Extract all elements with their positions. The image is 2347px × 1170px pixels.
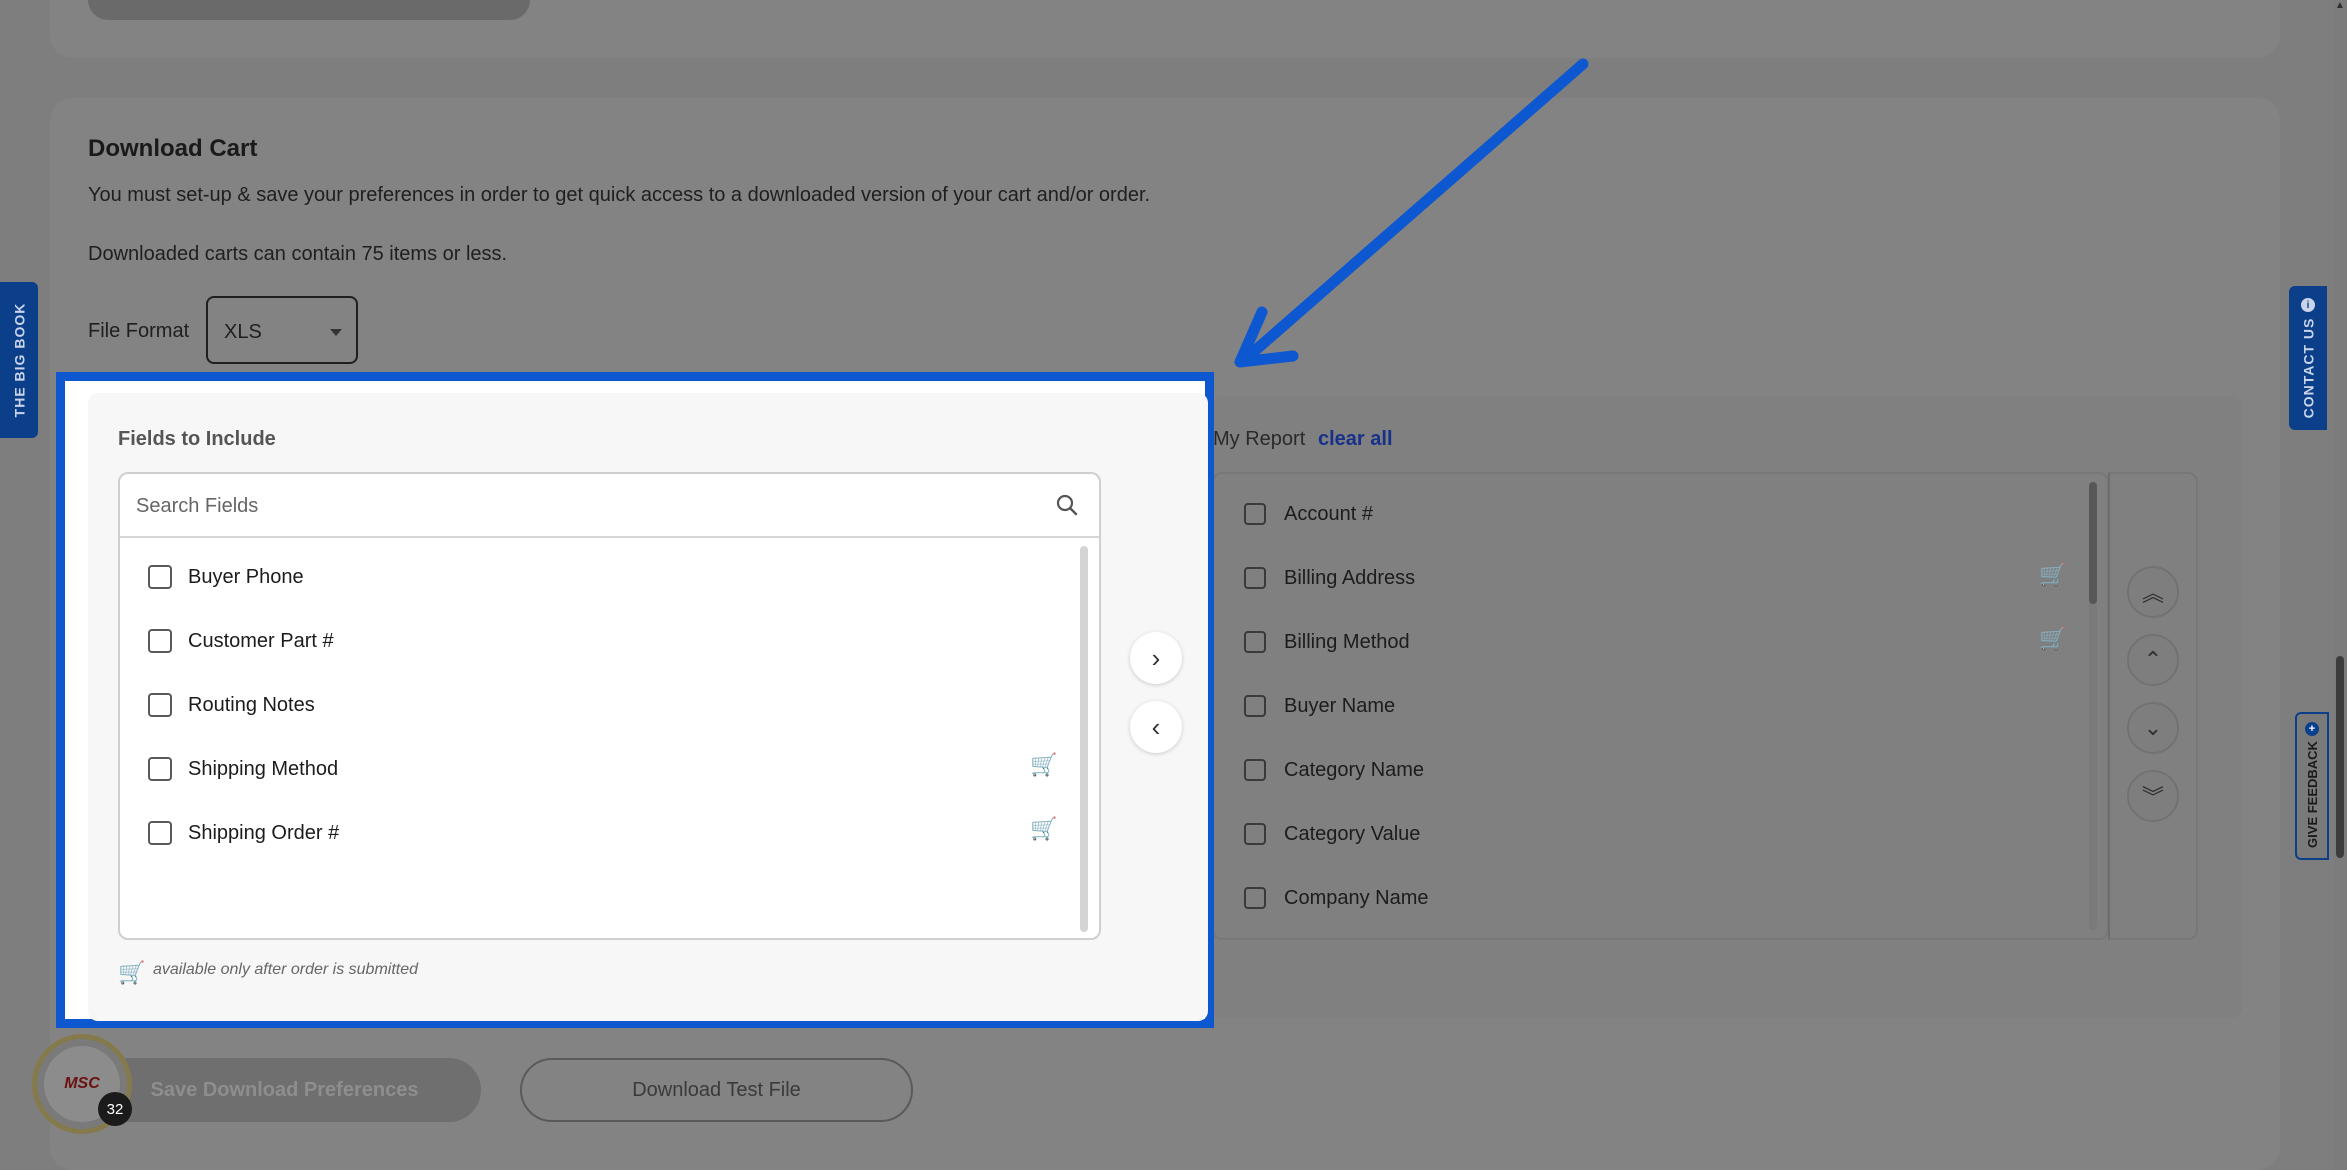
cart-icon: 🛒 [1030,816,1058,841]
download-test-file-button[interactable]: Download Test File [520,1058,913,1122]
file-format-select[interactable]: XLS [206,296,358,364]
limit-note: Downloaded carts can contain 75 items or… [88,243,508,265]
report-item[interactable]: Billing Address [1244,564,1415,592]
field-item-label: Routing Notes [188,693,315,716]
info-icon: i [2301,298,2315,312]
plus-icon: + [2305,722,2319,736]
give-feedback-tab[interactable]: + GIVE FEEDBACK [2295,712,2329,860]
previous-section-button[interactable] [88,0,530,20]
file-format-value: XLS [224,321,262,343]
section-description: You must set-up & save your preferences … [88,184,1151,206]
caret-down-icon [330,329,342,336]
search-icon[interactable] [1055,493,1079,517]
cart-icon: 🛒 [118,960,146,985]
fields-scrollbar-thumb[interactable] [1080,546,1088,932]
report-item-label: Billing Address [1284,566,1416,589]
double-chevron-down-icon[interactable]: ︾ [2127,770,2179,822]
chevron-right-icon[interactable]: › [1130,632,1182,684]
checkbox[interactable] [148,565,172,589]
report-item-label: Buyer Name [1284,694,1396,717]
field-item-label: Shipping Order # [188,821,340,844]
clear-all-link[interactable]: clear all [1318,428,1393,451]
field-item-label: Shipping Method [188,757,339,780]
fields-to-include-title: Fields to Include [118,428,276,450]
checkbox[interactable] [148,693,172,717]
section-title: Download Cart [88,135,258,162]
big-book-label: THE BIG BOOK [11,302,28,418]
search-fields-input[interactable] [134,488,1018,524]
checkbox[interactable] [148,629,172,653]
report-item[interactable]: Company Name [1244,884,1429,912]
scroll-up-arrow-icon[interactable]: ▲ [2333,0,2347,16]
checkbox[interactable] [1244,631,1266,653]
page-scrollbar-thumb[interactable] [2336,656,2344,858]
my-report-title: My Report [1213,428,1306,450]
report-item-label: Billing Method [1284,630,1410,653]
report-item[interactable]: Buyer Name [1244,692,1395,720]
report-item-label: Category Value [1284,822,1421,845]
field-item[interactable]: Routing Notes [148,691,315,719]
report-item[interactable]: Category Name [1244,756,1424,784]
chevron-left-icon[interactable]: ‹ [1130,701,1182,753]
search-row [120,474,1099,538]
contact-us-label: CONTACT US [2300,317,2317,419]
file-format-label: File Format [88,320,190,342]
report-item[interactable]: Category Value [1244,820,1420,848]
cart-icon: 🛒 [2039,562,2067,587]
field-item-label: Buyer Phone [188,565,304,588]
notification-badge: 32 [98,1092,132,1126]
report-item[interactable]: Account # [1244,500,1373,528]
checkbox[interactable] [1244,887,1266,909]
report-item-label: Company Name [1284,886,1429,909]
report-item-label: Account # [1284,502,1373,525]
cart-icon: 🛒 [1030,752,1058,777]
checkbox[interactable] [1244,503,1266,525]
cart-icon: 🛒 [2039,626,2067,651]
checkbox[interactable] [148,821,172,845]
checkbox[interactable] [1244,823,1266,845]
contact-us-tab[interactable]: i CONTACT US [2289,286,2327,430]
report-item[interactable]: Billing Method [1244,628,1410,656]
big-book-tab[interactable]: THE BIG BOOK [0,282,38,438]
checkbox[interactable] [148,757,172,781]
page-scrollbar[interactable] [2333,0,2347,1170]
field-item[interactable]: Buyer Phone [148,563,304,591]
double-chevron-up-icon[interactable]: ︽ [2127,566,2179,618]
chevron-down-icon[interactable]: ⌄ [2127,702,2179,754]
field-item-label: Customer Part # [188,629,334,652]
checkbox[interactable] [1244,567,1266,589]
give-feedback-label: GIVE FEEDBACK [2304,740,2320,848]
chevron-up-icon[interactable]: ⌃ [2127,634,2179,686]
cart-legend-text: available only after order is submitted [153,961,419,978]
checkbox[interactable] [1244,759,1266,781]
checkbox[interactable] [1244,695,1266,717]
field-item[interactable]: Shipping Order # [148,819,339,847]
report-item-label: Category Name [1284,758,1425,781]
field-item[interactable]: Customer Part # [148,627,334,655]
field-item[interactable]: Shipping Method [148,755,338,783]
report-scrollbar-thumb[interactable] [2089,482,2097,604]
save-download-preferences-button[interactable]: Save Download Preferences [88,1058,481,1122]
